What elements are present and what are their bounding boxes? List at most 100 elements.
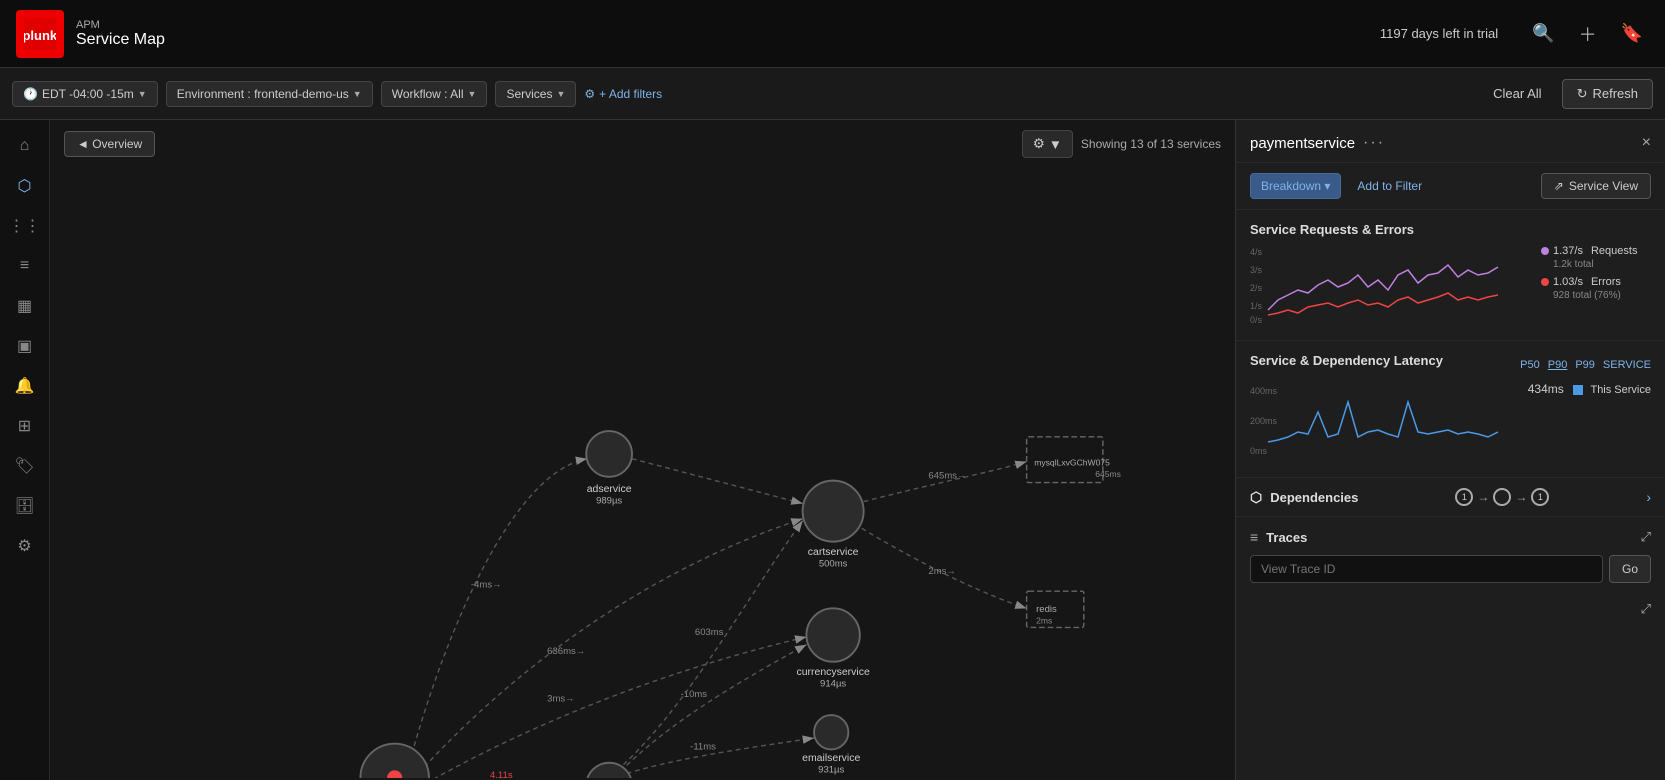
nav-home-icon[interactable]: ⌂ [9,130,41,162]
nav-monitor-icon[interactable]: ▣ [9,330,41,362]
svg-text:2/s: 2/s [1250,283,1263,293]
svg-text:0/s: 0/s [1250,315,1263,325]
refresh-btn[interactable]: ↻ Refresh [1562,79,1653,109]
nav-settings-icon[interactable]: ⚙ [9,530,41,562]
dep-expand-btn[interactable]: › [1646,489,1651,505]
workflow-filter-btn[interactable]: Workflow : All ▼ [381,81,488,107]
bottom-expand-row: ⤢ [1236,595,1665,623]
svg-text:400ms: 400ms [1250,386,1278,396]
panel-header: paymentservice ··· × [1236,120,1665,163]
time-caret-icon: ▼ [138,89,147,99]
dep-arrow-right: → [1515,490,1527,504]
dep-arrow-left: → [1477,490,1489,504]
plus-icon[interactable]: ＋ [1579,21,1597,47]
svg-text:emailservice: emailservice [802,753,860,764]
trace-id-input[interactable] [1250,555,1603,583]
time-filter-label: EDT -04:00 -15m [42,87,134,101]
service-view-btn[interactable]: ⇗ Service View [1541,173,1651,199]
workflow-caret-icon: ▼ [468,89,477,99]
showing-label: Showing 13 of 13 services [1081,137,1221,151]
service-view-icon: ⇗ [1554,179,1564,193]
env-caret-icon: ▼ [353,89,362,99]
svg-text:500ms: 500ms [819,558,848,569]
latency-section-header: Service & Dependency Latency P50 P90 P99… [1250,353,1651,376]
nav-hierarchy-icon[interactable]: ⋮⋮ [9,210,41,242]
nav-database-icon[interactable]: 🗄 [9,490,41,522]
go-btn[interactable]: Go [1609,555,1651,583]
services-caret-icon: ▼ [556,89,565,99]
panel-dots-btn[interactable]: ··· [1363,134,1385,152]
trial-badge: 1197 days left in trial [1380,26,1498,41]
errors-label: Errors [1591,276,1621,288]
search-icon[interactable]: 🔍 [1532,23,1554,44]
top-bar: splunk> APM Service Map 1197 days left i… [0,0,1665,68]
latency-section: Service & Dependency Latency P50 P90 P99… [1236,341,1665,478]
svg-text:cartservice: cartservice [808,547,859,558]
service-map-svg[interactable]: -4ms→ 636ms→ 3ms→ 4.11s -11ms 434ms -10m… [50,168,1235,778]
main-layout: ⌂ ⬡ ⋮⋮ ≡ ▦ ▣ 🔔 ⊞ 🏷 🗄 ⚙ ◄ Overview ⚙ ▼ Sh… [0,120,1665,780]
svg-text:4/s: 4/s [1250,247,1263,257]
svg-text:mysqlLxvGChW075: mysqlLxvGChW075 [1034,457,1110,467]
nav-map-icon[interactable]: ⬡ [9,170,41,202]
svg-text:645ms: 645ms [1095,469,1121,479]
latency-chart: 400ms 200ms 0ms 3:38:40 PM TODAY 3:53:40… [1250,382,1500,462]
dep-right-count: 1 [1531,488,1549,506]
environment-filter-btn[interactable]: Environment : frontend-demo-us ▼ [166,81,373,107]
clock-icon: 🕐 [23,87,38,101]
svg-text:adservice: adservice [587,484,632,495]
map-settings-btn[interactable]: ⚙ ▼ [1022,130,1073,158]
overview-btn[interactable]: ◄ Overview [64,131,155,157]
nav-list-icon[interactable]: ≡ [9,250,41,282]
svg-text:3ms→: 3ms→ [547,694,574,705]
breakdown-btn[interactable]: Breakdown ▾ [1250,173,1341,199]
svg-text:3/s: 3/s [1250,265,1263,275]
workflow-filter-label: Workflow : All [392,87,464,101]
bottom-expand-icon[interactable]: ⤢ [1641,601,1651,617]
errors-dot [1541,278,1549,286]
time-filter-btn[interactable]: 🕐 EDT -04:00 -15m ▼ [12,81,158,107]
settings-sliders-icon: ⚙ [1033,136,1045,152]
add-filter-btn[interactable]: ⚙ + Add filters [584,87,662,101]
svg-text:4.11s: 4.11s [490,770,513,778]
nav-bell-icon[interactable]: 🔔 [9,370,41,402]
nav-tag-icon[interactable]: 🏷 [9,450,41,482]
panel-actions: Breakdown ▾ Add to Filter ⇗ Service View [1236,163,1665,210]
dep-center-circle [1493,488,1511,506]
clear-all-btn[interactable]: Clear All [1493,86,1541,101]
service-map-label: Service Map [76,31,165,49]
panel-close-btn[interactable]: × [1642,134,1651,152]
svg-text:1/s: 1/s [1250,301,1263,311]
p99-label[interactable]: P99 [1575,359,1595,371]
nav-table-icon[interactable]: ▦ [9,290,41,322]
traces-title: Traces [1266,530,1307,545]
map-area: ◄ Overview ⚙ ▼ Showing 13 of 13 services [50,120,1235,780]
add-to-filter-link[interactable]: Add to Filter [1349,174,1430,198]
right-panel: paymentservice ··· × Breakdown ▾ Add to … [1235,120,1665,780]
svg-text:-10ms: -10ms [681,689,708,700]
bookmark-icon[interactable]: 🔖 [1621,23,1643,44]
requests-legend-item: 1.37/s Requests [1541,245,1651,257]
dep-left-count: 1 [1455,488,1473,506]
left-nav: ⌂ ⬡ ⋮⋮ ≡ ▦ ▣ 🔔 ⊞ 🏷 🗄 ⚙ [0,120,50,780]
p50-label[interactable]: P50 [1520,359,1540,371]
svg-text:-4ms→: -4ms→ [471,579,502,590]
errors-legend-item: 1.03/s Errors [1541,276,1651,288]
dep-visual: 1 → → 1 [1455,488,1549,506]
traces-expand-icon[interactable]: ⤢ [1641,529,1651,545]
svg-text:931µs: 931µs [818,764,844,775]
latency-title: Service & Dependency Latency [1250,353,1443,368]
selected-service-name: paymentservice [1250,135,1355,152]
dependencies-section: ⬡ Dependencies 1 → → 1 › [1236,478,1665,517]
nav-grid-icon[interactable]: ⊞ [9,410,41,442]
refresh-label: Refresh [1592,86,1638,101]
service-p-label[interactable]: SERVICE [1603,359,1651,371]
svg-text:645ms→: 645ms→ [928,471,966,482]
p90-label[interactable]: P90 [1548,359,1568,371]
svg-text:2ms→: 2ms→ [928,566,956,577]
latency-color-dot [1573,385,1583,395]
services-filter-btn[interactable]: Services ▼ [495,81,576,107]
svg-text:0ms: 0ms [1250,446,1268,456]
traces-header: ≡ Traces ⤢ [1250,529,1651,545]
svg-text:636ms→: 636ms→ [547,646,585,657]
requests-total: 1.2k total [1553,259,1651,270]
